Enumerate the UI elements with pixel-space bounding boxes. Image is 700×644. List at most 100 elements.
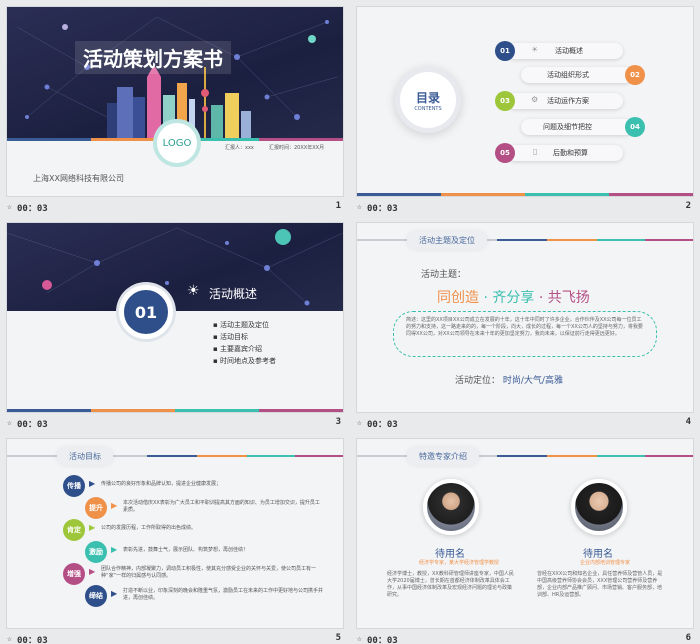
goal-text-6: 打造不断以业，印象深刻的晚会和隆重气氛，激励员工在未来的工作中更好地与公司携手并…	[123, 588, 324, 601]
slide-timing: 00：03	[367, 420, 398, 430]
goal-tag-3: 肯定	[63, 519, 85, 541]
expert-name-2: 待用名	[583, 549, 613, 560]
timing-star-icon: ☆	[357, 634, 362, 643]
toc-num-1: 01	[495, 41, 515, 61]
slide-number: 2	[685, 201, 691, 211]
network-background	[7, 227, 343, 306]
expert-photo-1	[423, 479, 479, 535]
date-label: 汇报时间：20XX年XX月	[269, 145, 325, 151]
toc-item-5[interactable]: 后勤和预算	[507, 145, 623, 161]
color-stripe	[357, 193, 693, 196]
goal-text-1: 传播公司的良好形象和品牌认知，提进企业健康发展；	[101, 481, 222, 487]
slide-5[interactable]: 活动目标 传播 ▶ 传播公司的良好形象和品牌认知，提进企业健康发展； 提升 ▶ …	[7, 439, 343, 628]
slide-timing: 00：03	[367, 636, 398, 644]
toc-num-3: 03	[495, 91, 515, 111]
slide-meta-2: ☆ 00：03 2	[357, 200, 693, 216]
theme-label: 活动主题：	[421, 270, 467, 280]
slide-number: 4	[685, 417, 691, 427]
toc-title: 目录	[415, 90, 440, 105]
slide-timing: 00：03	[367, 204, 398, 214]
goal-tag-6: 缔结	[85, 585, 107, 607]
arrow-icon: ▶	[89, 523, 96, 532]
slide-timing: 00：03	[17, 204, 48, 214]
slogan-part: · 齐分享	[483, 290, 535, 306]
slogan-part: 同创造	[437, 290, 479, 306]
color-stripe	[7, 409, 343, 412]
position-line: 活动定位： 时尚/大气/高雅	[455, 373, 563, 386]
slide-number: 1	[335, 201, 341, 211]
toc-item-label: 活动组织形式	[547, 71, 589, 79]
toc-subtitle: CONTENTS	[414, 105, 442, 112]
position-label: 活动定位：	[455, 376, 501, 386]
lightbulb-icon: ☀	[531, 45, 539, 54]
timing-star-icon: ☆	[7, 418, 12, 427]
goal-text-5: 团队合作精神，内部凝聚力，调动员工积极性，使其充分感受企业的关怀与关爱，使公司员…	[101, 566, 317, 579]
toc-item-label: 活动概述	[555, 47, 583, 55]
toc-item-1[interactable]: 活动概述	[507, 43, 623, 59]
expert-name-1: 待用名	[435, 549, 465, 560]
toc-num-4: 04	[625, 117, 645, 137]
logo-badge: LOGO	[153, 119, 201, 167]
slide-title: 活动策划方案书	[75, 41, 231, 74]
toc-item-3[interactable]: 活动运作方案	[507, 93, 623, 109]
timing-star-icon: ☆	[357, 418, 362, 427]
expert-bio-2: 曾经在XXX公司和知名企业，具任营养师及营管人员，是中国高级营养师协会会员，XX…	[537, 571, 663, 598]
slide-meta-3: ☆ 00：03 3	[7, 416, 343, 432]
toc-item-4[interactable]: 问题及细节把控	[521, 119, 633, 135]
header-tag: 活动目标	[57, 448, 113, 465]
header-tag: 活动主题及定位	[407, 232, 487, 249]
settings-icon: ⚙	[531, 95, 539, 104]
bullet-item: ▪ 时间地点及参考者	[213, 357, 276, 365]
toc-item-2[interactable]: 活动组织形式	[521, 67, 633, 83]
slide-meta-5: ☆ 00：03 5	[7, 632, 343, 644]
arrow-icon: ▶	[111, 589, 118, 598]
goal-tag-2: 提升	[85, 497, 107, 519]
arrow-icon: ▶	[89, 479, 96, 488]
dark-banner	[7, 223, 343, 311]
toc-item-label: 活动运作方案	[547, 97, 589, 105]
header-tag: 特邀专家介绍	[407, 448, 479, 465]
slide-1[interactable]: 活动策划方案书 LOGO 汇报人：xxx 汇报时间：20XX年XX月 上海XX网…	[7, 7, 343, 196]
slide-number: 5	[335, 633, 341, 643]
toc-num-2: 02	[625, 65, 645, 85]
slide-timing: 00：03	[17, 636, 48, 644]
goal-text-3: 公司的发展历程，工作所取得的出色成绩。	[101, 525, 197, 531]
expert-bio-1: 经济学博士，教授，XX教科研管理师讲座专家，中国人民大学2020届博士，曾长期在…	[387, 571, 514, 598]
slogan: 同创造 · 齐分享 · 共飞扬	[437, 287, 590, 307]
goal-tag-1: 传播	[63, 475, 85, 497]
phone-icon: ▯	[533, 147, 538, 156]
expert-role-1: 经济学专家，某大学经济管理学教授	[418, 560, 499, 566]
expert-photo-2	[571, 479, 627, 535]
slide-number: 6	[685, 633, 691, 643]
slide-3[interactable]: 01 ☀ 活动概述 ▪ 活动主题及定位 ▪ 活动目标 ▪ 主要嘉宾介绍 ▪ 时间…	[7, 223, 343, 412]
goal-text-4: 表彰先进，鼓舞士气，展示团队、构筑梦想，再创佳绩！	[123, 547, 249, 553]
toc-item-label: 问题及细节把控	[543, 123, 592, 131]
timing-star-icon: ☆	[7, 634, 12, 643]
section-number-badge: 01	[119, 285, 173, 339]
slogan-part: · 共飞扬	[538, 290, 590, 306]
slide-2[interactable]: 目录 CONTENTS 活动概述 01 ☀ 活动组织形式 02 活动运作方案 0…	[357, 7, 693, 196]
arrow-icon: ▶	[89, 567, 96, 576]
section-title: 活动概述	[209, 287, 258, 301]
arrow-icon: ▶	[111, 545, 118, 554]
expert-role-2: 企业内部培训管理专家	[579, 560, 630, 566]
slide-4[interactable]: 活动主题及定位 活动主题： 同创造 · 齐分享 · 共飞扬 简述：这里的XX项目…	[357, 223, 693, 412]
description-box: 简述：这里的XX项目XX公司成立在发展的十年，这十年中同时了许多企业。合作伙伴及…	[393, 311, 657, 357]
sun-icon: ☀	[187, 283, 200, 299]
bullet-item: ▪ 活动目标	[213, 333, 248, 341]
toc-num-5: 05	[495, 143, 515, 163]
reporter-label: 汇报人：xxx	[225, 145, 254, 151]
goal-tag-4: 激励	[85, 541, 107, 563]
bullet-item: ▪ 活动主题及定位	[213, 321, 269, 329]
slide-meta-4: ☆ 00：03 4	[357, 416, 693, 432]
slide-meta-6: ☆ 00：03 6	[357, 632, 693, 644]
section-bullets: ▪ 活动主题及定位 ▪ 活动目标 ▪ 主要嘉宾介绍 ▪ 时间地点及参考者	[213, 319, 276, 367]
toc-item-label: 后勤和预算	[553, 149, 588, 157]
arrow-icon: ▶	[111, 501, 118, 510]
goal-text-2: 本次活动借庆XX表彰为广大员工和平职训提高其方面的知识、为员工增加交识，提升员工…	[123, 500, 320, 513]
company-name: 上海XX网络科技有限公司	[33, 174, 124, 183]
logo-text: LOGO	[162, 137, 192, 149]
toc-badge: 目录 CONTENTS	[395, 67, 461, 133]
slide-meta-1: ☆ 00：03 1	[7, 200, 343, 216]
slide-6[interactable]: 特邀专家介绍 待用名 经济学专家，某大学经济管理学教授 经济学博士，教授，XX教…	[357, 439, 693, 628]
